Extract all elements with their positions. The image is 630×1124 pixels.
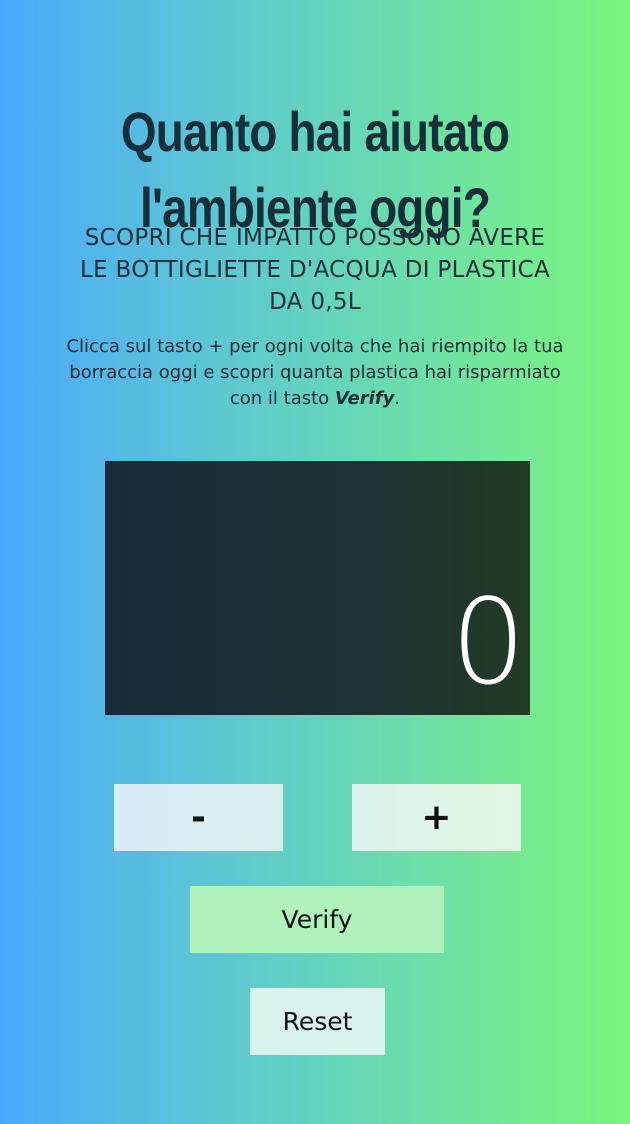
page-subtitle: SCOPRI CHE IMPATTO POSSONO AVERE LE BOTT…	[80, 225, 550, 315]
increment-button[interactable]: +	[352, 784, 521, 851]
title-line-1: Quanto hai aiutato	[120, 99, 510, 163]
reset-button[interactable]: Reset	[250, 988, 385, 1055]
counter-display: 0	[105, 461, 530, 715]
decrement-button[interactable]: -	[114, 784, 283, 851]
instructions-prefix: Clicca sul tasto + per ogni volta che ha…	[66, 336, 564, 409]
instructions-text: Clicca sul tasto + per ogni volta che ha…	[60, 334, 570, 412]
verify-button[interactable]: Verify	[190, 886, 444, 953]
instructions-verify-emphasis: Verify	[334, 388, 395, 409]
instructions-suffix: .	[394, 388, 401, 409]
counter-value: 0	[450, 573, 526, 711]
